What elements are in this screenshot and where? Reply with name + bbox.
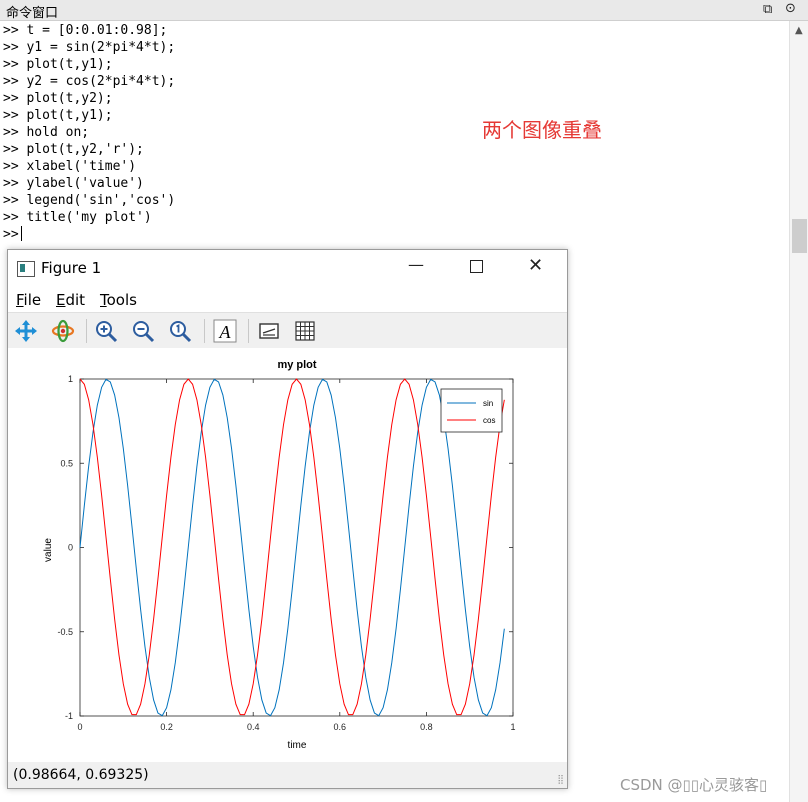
x-tick-label: 0.8 bbox=[420, 722, 433, 732]
menu-tools-rest: ools bbox=[106, 291, 137, 309]
toolbar-separator bbox=[204, 319, 205, 343]
command-line: >> xlabel('time') bbox=[3, 159, 137, 174]
legend-icon[interactable] bbox=[256, 318, 282, 344]
figure-title: Figure 1 bbox=[41, 259, 102, 277]
figure-icon bbox=[17, 261, 35, 277]
y-tick-label: -0.5 bbox=[57, 627, 73, 637]
command-line: >> hold on; bbox=[3, 125, 90, 140]
minimize-icon[interactable]: — bbox=[408, 255, 424, 274]
legend[interactable]: sin cos bbox=[440, 388, 503, 433]
toolbar-separator bbox=[86, 319, 87, 343]
y-tick-label: 0.5 bbox=[60, 458, 73, 468]
maximize-icon[interactable] bbox=[470, 260, 483, 273]
figure-menubar: File Edit Tools bbox=[8, 286, 567, 312]
command-window-title: 命令窗口 bbox=[6, 6, 59, 21]
close-icon[interactable]: ✕ bbox=[528, 255, 543, 276]
x-tick-label: 0 bbox=[77, 722, 82, 732]
legend-label-sin: sin bbox=[483, 399, 493, 408]
command-line: >> title('my plot') bbox=[3, 210, 152, 225]
command-window-titlebar: 命令窗口 ⧉ ⊙ bbox=[0, 0, 808, 21]
x-tick-label: 0.6 bbox=[334, 722, 347, 732]
insert-text-icon[interactable]: A bbox=[212, 318, 238, 344]
watermark-text: CSDN @▯▯心灵骇客▯ bbox=[620, 776, 768, 794]
legend-box bbox=[440, 388, 503, 433]
command-history: >> t = [0:0.01:0.98]; >> y1 = sin(2*pi*4*… bbox=[3, 22, 175, 243]
annotation-text: 两个图像重叠 bbox=[482, 118, 602, 142]
command-line: >> plot(t,y2,'r'); bbox=[3, 142, 144, 157]
scroll-up-icon[interactable]: ▲ bbox=[795, 25, 803, 36]
x-tick-label: 1 bbox=[510, 722, 515, 732]
figure-titlebar: Figure 1 — ✕ bbox=[8, 250, 567, 286]
chart-title: my plot bbox=[277, 359, 316, 371]
command-line: >> legend('sin','cos') bbox=[3, 193, 176, 208]
grid-icon[interactable] bbox=[292, 318, 318, 344]
command-line: >> y1 = sin(2*pi*4*t); bbox=[3, 40, 176, 55]
toolbar-separator bbox=[248, 319, 249, 343]
pan-icon[interactable] bbox=[13, 318, 39, 344]
undock-icon[interactable]: ⧉ bbox=[763, 2, 772, 17]
figure-canvas[interactable]: my plot time value 0 0.2 0.4 0.6 0.8 1 1 0.5 0 -0… bbox=[8, 348, 567, 762]
zoom-in-icon[interactable] bbox=[93, 318, 119, 344]
legend-label-cos: cos bbox=[483, 416, 495, 425]
x-tick-label: 0.2 bbox=[160, 722, 173, 732]
command-line: >> plot(t,y1); bbox=[3, 57, 113, 72]
command-line: >> t = [0:0.01:0.98]; bbox=[3, 23, 168, 38]
command-line: >> plot(t,y2); bbox=[3, 91, 113, 106]
command-prompt[interactable]: >> bbox=[3, 226, 175, 243]
menu-tools[interactable]: Tools bbox=[100, 291, 137, 309]
resize-grip-icon[interactable]: ⣿ bbox=[557, 775, 564, 785]
figure-statusbar: (0.98664, 0.69325) ⣿ bbox=[8, 762, 567, 788]
zoom-out-icon[interactable] bbox=[130, 318, 156, 344]
text-caret bbox=[20, 226, 22, 241]
x-tick-label: 0.4 bbox=[247, 722, 260, 732]
x-axis-label: time bbox=[288, 740, 307, 751]
y-tick-label: 0 bbox=[68, 543, 73, 553]
command-line: >> y2 = cos(2*pi*4*t); bbox=[3, 74, 176, 89]
menu-edit[interactable]: Edit bbox=[56, 291, 85, 309]
vertical-scrollbar[interactable]: ▲ bbox=[789, 21, 808, 802]
menu-edit-rest: dit bbox=[65, 291, 86, 309]
plot-area[interactable]: my plot time value 0 0.2 0.4 0.6 0.8 1 1 0.5 0 -0… bbox=[8, 348, 567, 762]
rotate-icon[interactable] bbox=[50, 318, 76, 344]
zoom-reset-icon[interactable] bbox=[167, 318, 193, 344]
figure-window: Figure 1 — ✕ File Edit Tools A my plot t… bbox=[7, 249, 568, 789]
menu-tools-key: T bbox=[100, 291, 107, 309]
command-line: >> plot(t,y1); bbox=[3, 108, 113, 123]
svg-text:A: A bbox=[219, 322, 232, 342]
menu-file[interactable]: File bbox=[16, 291, 41, 309]
cursor-coordinates: (0.98664, 0.69325) bbox=[13, 767, 149, 783]
y-axis-label: value bbox=[43, 538, 54, 562]
menu-file-key: F bbox=[16, 291, 24, 309]
y-tick-label: 1 bbox=[68, 374, 73, 384]
figure-toolbar: A bbox=[8, 312, 567, 349]
y-tick-label: -1 bbox=[65, 711, 73, 721]
window-menu-icon[interactable]: ⊙ bbox=[785, 1, 796, 16]
command-line: >> ylabel('value') bbox=[3, 176, 144, 191]
menu-file-rest: ile bbox=[23, 291, 42, 309]
scroll-thumb[interactable] bbox=[792, 219, 807, 253]
